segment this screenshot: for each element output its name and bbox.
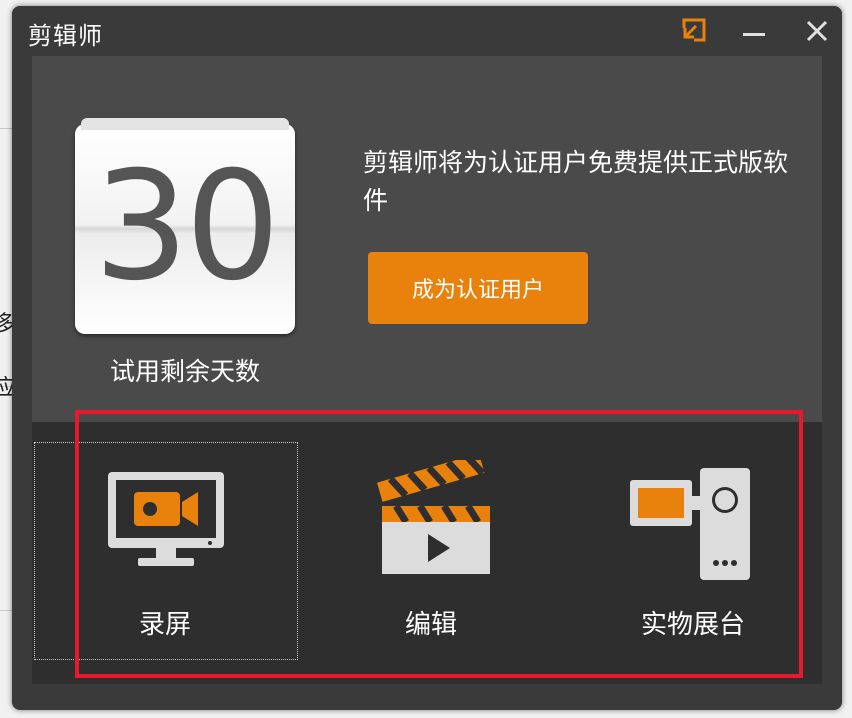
trial-days-caption: 试用剩余天数 (109, 357, 260, 386)
minimize-icon (743, 33, 765, 36)
edit-label: 编辑 (404, 610, 457, 640)
trial-dialog-window: 剪辑师 30 试用剩余天数 剪辑师将为认证用户免费提供正式版软件 成为认证用户 … (12, 6, 842, 710)
restore-button[interactable] (676, 14, 710, 48)
become-certified-user-button[interactable]: 成为认证用户 (368, 252, 588, 324)
document-camera-label: 实物展台 (640, 610, 745, 640)
close-button[interactable] (800, 14, 834, 48)
record-screen-tool[interactable]: 录屏 (32, 422, 298, 684)
edit-tool[interactable]: 编辑 (298, 422, 564, 684)
trial-days-remaining: 30 (93, 140, 281, 314)
trial-info-panel: 30 试用剩余天数 剪辑师将为认证用户免费提供正式版软件 成为认证用户 (32, 56, 822, 422)
clapperboard-icon (377, 460, 490, 574)
window-title: 剪辑师 (28, 22, 103, 50)
minimize-button[interactable] (737, 14, 771, 48)
document-camera-tool[interactable]: 实物展台 (564, 422, 822, 684)
title-bar[interactable]: 剪辑师 (12, 6, 842, 56)
document-camera-icon (630, 468, 750, 580)
calendar-binding (81, 118, 289, 130)
screen-record-icon (108, 472, 224, 566)
restore-arrow-icon (682, 18, 706, 42)
calendar-icon: 30 (75, 118, 295, 334)
close-icon (806, 20, 828, 42)
record-screen-label: 录屏 (138, 610, 191, 640)
promo-message: 剪辑师将为认证用户免费提供正式版软件 (363, 148, 789, 215)
tool-launcher-panel: 录屏 编辑 实物展台 (32, 422, 822, 684)
